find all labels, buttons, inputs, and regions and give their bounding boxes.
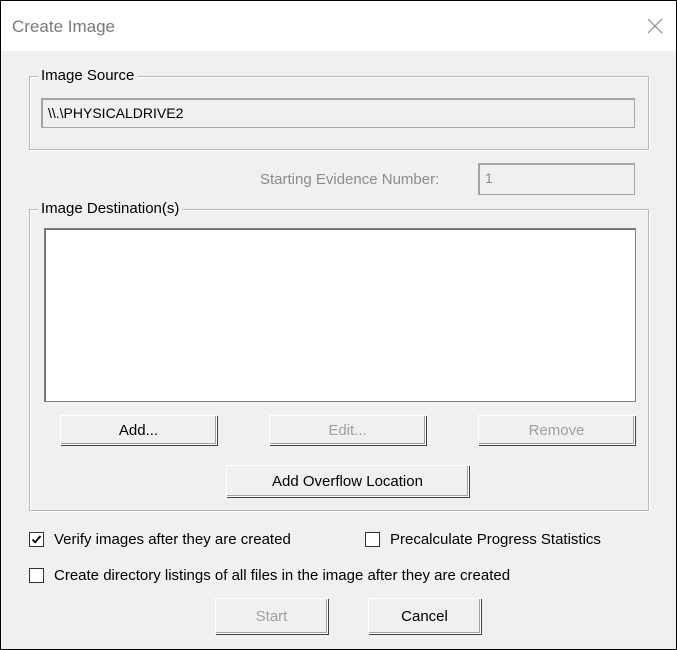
precalculate-progress-checkbox[interactable] — [365, 532, 380, 547]
verify-images-checkbox[interactable] — [29, 532, 44, 547]
precalculate-progress-label: Precalculate Progress Statistics — [390, 531, 601, 548]
close-icon — [647, 18, 663, 34]
edit-button[interactable]: Edit... — [269, 415, 426, 445]
starting-evidence-number-field[interactable]: 1 — [478, 163, 635, 195]
dialog-title: Create Image — [12, 17, 115, 36]
create-image-dialog: Create Image Image Source \\.\PHYSICALDR… — [0, 0, 677, 650]
directory-listings-checkbox[interactable] — [29, 568, 44, 583]
add-overflow-location-button[interactable]: Add Overflow Location — [226, 465, 469, 497]
image-source-group: Image Source \\.\PHYSICALDRIVE2 — [29, 67, 649, 150]
verify-images-label: Verify images after they are created — [54, 531, 291, 548]
image-source-label: Image Source — [38, 67, 138, 85]
image-destinations-group: Image Destination(s) Add... Edit... Remo… — [29, 200, 649, 511]
remove-button[interactable]: Remove — [478, 415, 635, 445]
cancel-button[interactable]: Cancel — [368, 598, 481, 634]
directory-listings-label: Create directory listings of all files i… — [54, 567, 511, 584]
verify-images-option[interactable]: Verify images after they are created — [29, 531, 291, 548]
title-bar: Create Image — [1, 1, 676, 51]
start-button[interactable]: Start — [215, 598, 328, 634]
add-button[interactable]: Add... — [60, 415, 217, 445]
close-button[interactable] — [640, 11, 670, 41]
destinations-list[interactable] — [44, 228, 636, 402]
image-source-field: \\.\PHYSICALDRIVE2 — [41, 98, 635, 128]
starting-evidence-number-label: Starting Evidence Number: — [260, 171, 440, 188]
directory-listings-option[interactable]: Create directory listings of all files i… — [29, 567, 510, 584]
checkmark-icon — [31, 535, 42, 544]
image-destinations-label: Image Destination(s) — [38, 200, 183, 218]
precalculate-progress-option[interactable]: Precalculate Progress Statistics — [365, 531, 601, 548]
